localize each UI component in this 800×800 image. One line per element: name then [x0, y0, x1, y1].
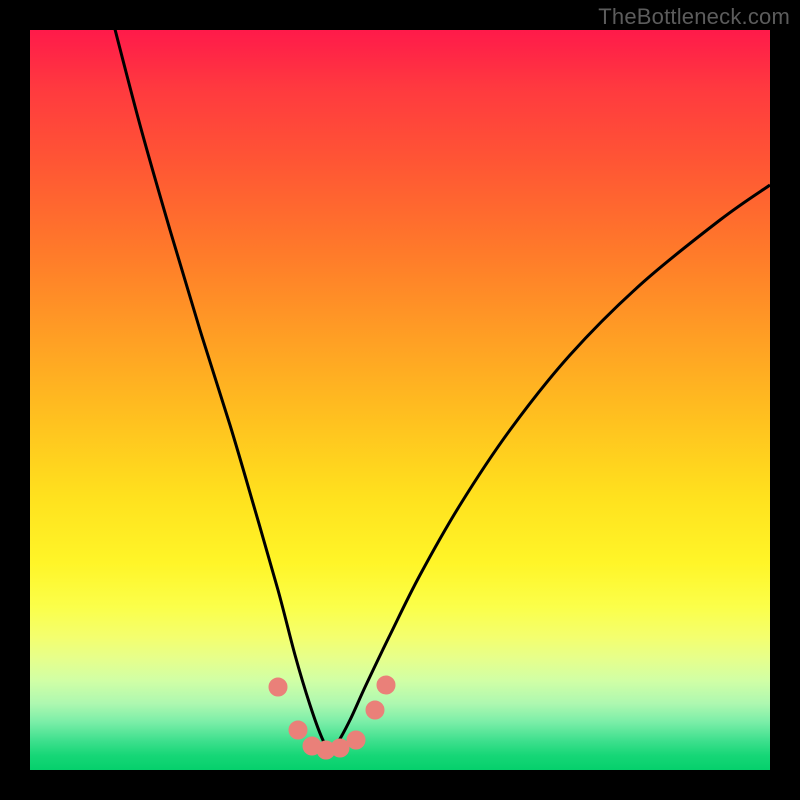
highlight-marker	[347, 731, 365, 749]
highlight-marker	[331, 739, 349, 757]
marker-group	[269, 676, 395, 759]
highlight-marker	[269, 678, 287, 696]
credit-label: TheBottleneck.com	[598, 4, 790, 30]
highlight-marker	[377, 676, 395, 694]
bottleneck-curve	[110, 30, 770, 750]
highlight-marker	[366, 701, 384, 719]
curve-layer	[30, 30, 770, 770]
chart-frame: TheBottleneck.com	[0, 0, 800, 800]
plot-area	[30, 30, 770, 770]
highlight-marker	[289, 721, 307, 739]
